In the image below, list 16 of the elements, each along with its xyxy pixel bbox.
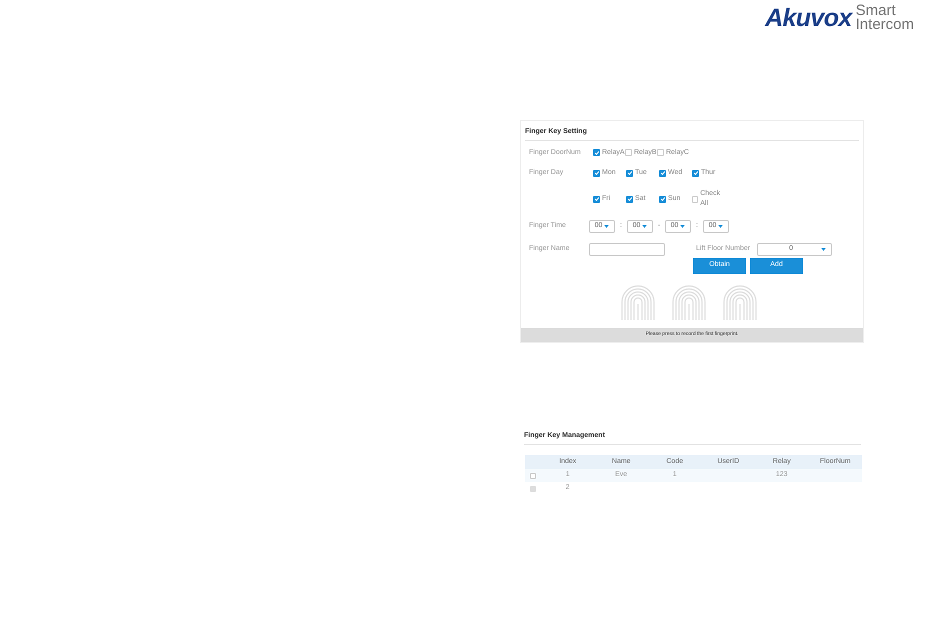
fingerprint-icon: [671, 284, 707, 322]
fingerprint-icon: [620, 284, 656, 322]
brand-logo: Akuvox: [765, 6, 852, 30]
caret-icon: [718, 224, 724, 228]
logo-tagline: Smart: [856, 4, 896, 18]
name-input[interactable]: [589, 242, 665, 256]
logo-tagline: Intercom: [856, 18, 914, 32]
checkbox[interactable]: [625, 149, 632, 156]
checkbox[interactable]: [657, 149, 664, 156]
checkbox[interactable]: [692, 196, 698, 202]
row-checkbox[interactable]: [530, 472, 536, 478]
fingerprint-icon: [722, 284, 758, 322]
caret-icon: [680, 224, 686, 228]
caret-icon: [821, 248, 826, 250]
caret-icon: [604, 224, 610, 228]
caret-icon: [642, 224, 648, 228]
